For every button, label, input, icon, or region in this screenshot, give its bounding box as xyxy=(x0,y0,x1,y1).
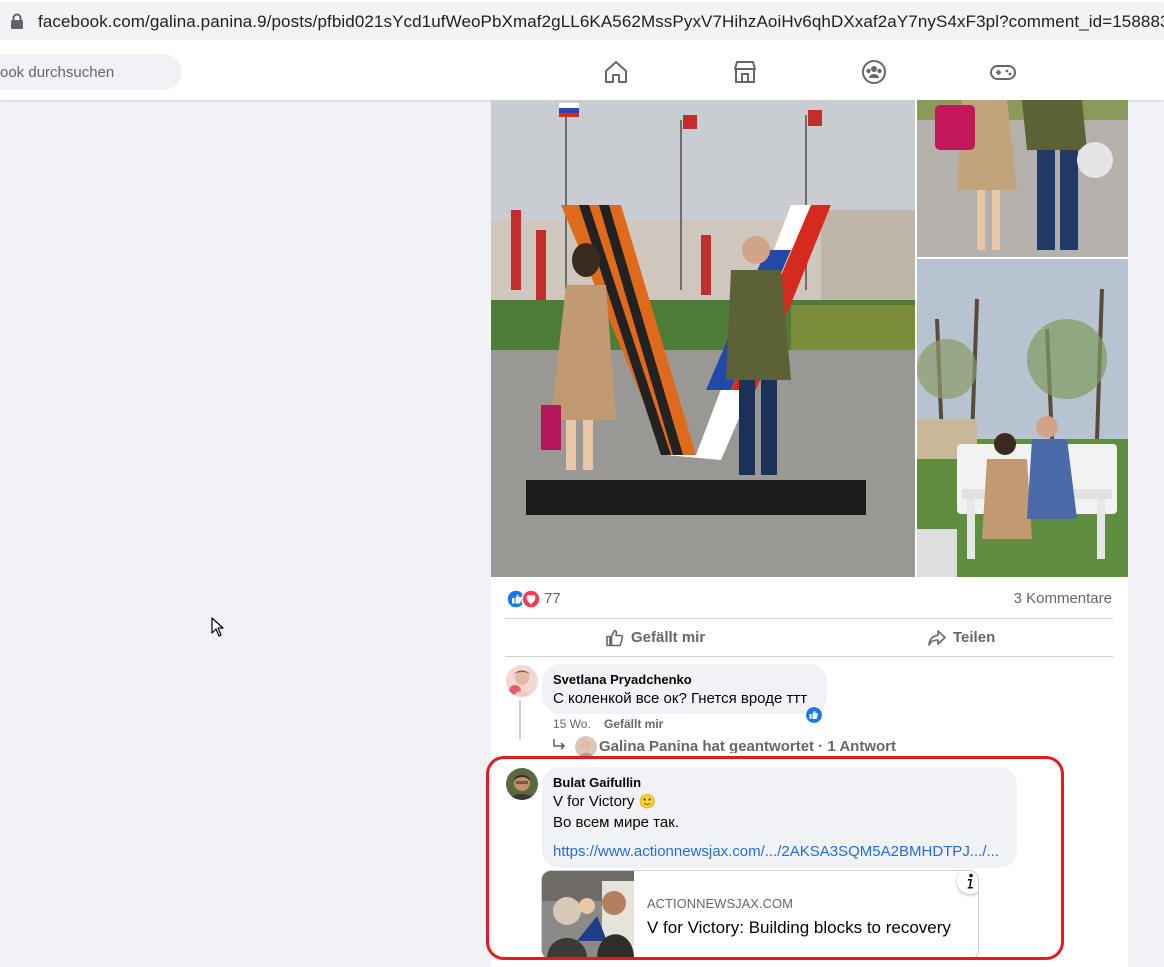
post-action-bar: Gefällt mir Teilen xyxy=(505,618,1113,657)
avatar-svetlana[interactable] xyxy=(506,665,538,697)
post-photo-grid[interactable] xyxy=(491,100,1128,577)
lock-icon xyxy=(11,13,23,29)
avatar-galina-small[interactable] xyxy=(575,736,597,758)
search-input[interactable]: ook durchsuchen xyxy=(0,54,182,90)
love-icon xyxy=(521,589,541,609)
like-button-label: Gefällt mir xyxy=(631,629,706,646)
thumbs-up-icon xyxy=(606,629,624,646)
comment-like-reaction-icon[interactable] xyxy=(805,706,823,724)
comment-timestamp[interactable]: 15 Wo. xyxy=(553,717,591,731)
comment-author[interactable]: Svetlana Pryadchenko xyxy=(553,672,692,687)
photo-couple-standing[interactable] xyxy=(917,100,1128,257)
photo-couple-with-v-sign[interactable] xyxy=(491,100,915,577)
address-field[interactable]: facebook.com/galina.panina.9/posts/pfbid… xyxy=(0,2,1164,40)
home-icon[interactable] xyxy=(603,59,629,85)
share-button[interactable]: Teilen xyxy=(927,619,995,656)
comments-count-link[interactable]: 3 Kommentare xyxy=(1014,590,1112,607)
gaming-icon[interactable] xyxy=(990,59,1016,85)
reactions-summary[interactable]: 77 3 Kommentare xyxy=(507,586,1112,612)
marketplace-icon[interactable] xyxy=(732,59,758,85)
thread-line xyxy=(519,700,521,740)
reaction-icons xyxy=(507,589,541,609)
comment-text: С коленкой все ок? Гнется вроде ттт xyxy=(553,690,808,707)
like-button[interactable]: Gefällt mir xyxy=(605,619,705,656)
groups-icon[interactable] xyxy=(861,59,887,85)
url-text[interactable]: facebook.com/galina.panina.9/posts/pfbid… xyxy=(38,12,1164,32)
reply-arrow-icon xyxy=(553,739,566,750)
facebook-header: ook durchsuchen xyxy=(0,44,1164,100)
share-button-label: Teilen xyxy=(953,629,996,646)
search-placeholder: ook durchsuchen xyxy=(0,64,115,81)
photo-couple-on-bench[interactable] xyxy=(917,259,1128,577)
mouse-cursor-icon xyxy=(211,617,224,637)
comment-like-link[interactable]: Gefällt mir xyxy=(604,717,663,731)
reaction-count: 77 xyxy=(544,590,561,607)
browser-url-bar: facebook.com/galina.panina.9/posts/pfbid… xyxy=(0,0,1164,44)
view-replies-link[interactable]: Galina Panina hat geantwortet · 1 Antwor… xyxy=(599,738,896,753)
share-icon xyxy=(928,629,946,646)
highlight-box xyxy=(486,756,1064,960)
